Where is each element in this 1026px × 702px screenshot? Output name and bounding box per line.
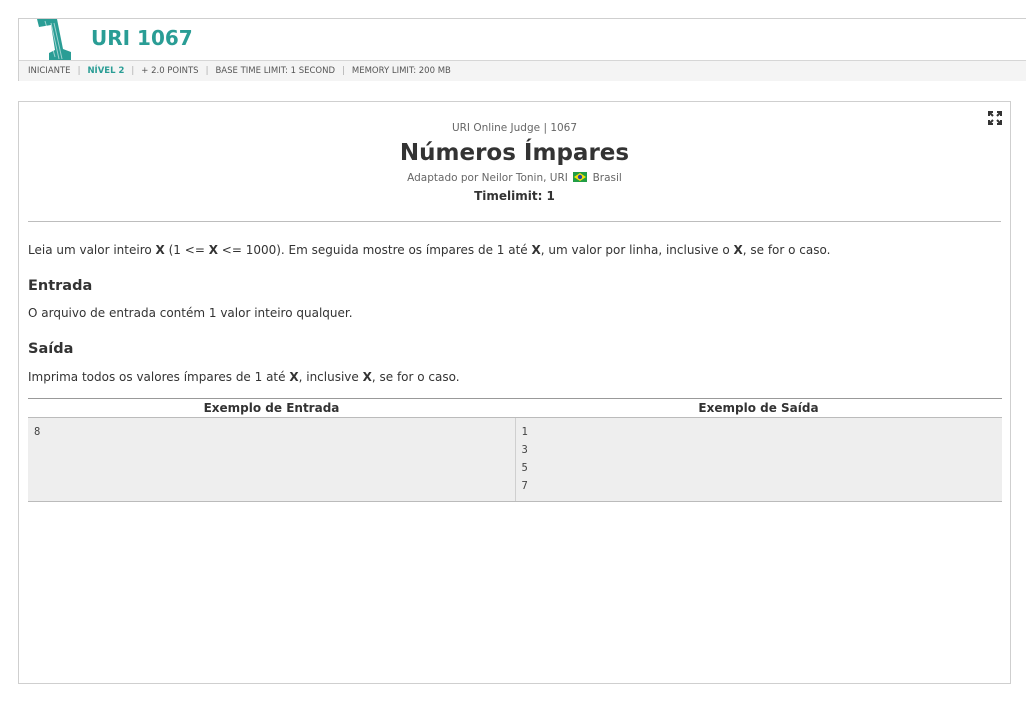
- separator: |: [342, 66, 345, 76]
- problem-content: Leia um valor inteiro X (1 <= X <= 1000)…: [28, 242, 1001, 384]
- text-run: Leia um valor inteiro: [28, 243, 156, 257]
- output-section-text: Imprima todos os valores ímpares de 1 at…: [28, 369, 460, 385]
- problem-code: URI 1067: [91, 26, 193, 50]
- text-run: (1 <=: [164, 243, 209, 257]
- header-top-bar: URI 1067: [19, 19, 1026, 61]
- problem-header: URI 1067 INICIANTE | NÍVEL 2 | + 2.0 POI…: [18, 18, 1026, 81]
- text-run: Imprima todos os valores ímpares de 1 at…: [28, 370, 290, 384]
- base-time-limit-label: BASE TIME LIMIT: 1 SECOND: [215, 66, 335, 76]
- judge-line: URI Online Judge | 1067: [451, 122, 578, 134]
- sample-input-header: Exemplo de Entrada: [28, 398, 515, 418]
- points-label: + 2.0 POINTS: [141, 66, 199, 76]
- sample-input-cell[interactable]: 8: [28, 417, 516, 502]
- sample-output-line: 1: [521, 426, 528, 438]
- separator: |: [77, 66, 81, 76]
- separator: |: [131, 66, 135, 76]
- text-run: <= 1000). Em seguida mostre os ímpares d…: [217, 243, 532, 257]
- text-run: , se for o caso.: [371, 370, 460, 384]
- level-label: NÍVEL 2: [87, 66, 125, 76]
- text-run: , inclusive: [298, 370, 363, 384]
- output-section-title: Saída: [28, 341, 74, 357]
- variable-x-text: X: [362, 370, 372, 384]
- page-title: Números Ímpares: [399, 140, 630, 166]
- problem-meta-bar: INICIANTE | NÍVEL 2 | + 2.0 POINTS | BAS…: [19, 61, 1026, 81]
- uri-logo-icon: [35, 19, 83, 60]
- input-section-text: O arquivo de entrada contém 1 valor inte…: [28, 306, 353, 320]
- sample-input-line: 8: [34, 426, 41, 438]
- variable-x-text: X: [208, 243, 218, 257]
- sample-output-line: 3: [521, 444, 528, 456]
- variable-x-text: X: [531, 243, 541, 257]
- author-text: Adaptado por Neilor Tonin, URI: [407, 172, 568, 184]
- memory-limit-label: MEMORY LIMIT: 200 MB: [351, 66, 451, 76]
- sample-output-line: 5: [521, 462, 528, 474]
- variable-x-text: X: [733, 243, 743, 257]
- variable-x-text: X: [289, 370, 299, 384]
- problem-card: URI Online Judge | 1067 Números Ímpares …: [18, 101, 1011, 684]
- divider: [28, 221, 1001, 222]
- sample-output-cell[interactable]: 1 3 5 7: [515, 417, 1002, 502]
- sample-output-line: 7: [521, 480, 528, 492]
- input-section-title: Entrada: [28, 278, 93, 294]
- text-run: , se for o caso.: [742, 243, 831, 257]
- brazil-flag-icon: [573, 172, 588, 182]
- sample-io-table: Exemplo de Entrada Exemplo de Saída 8 1 3…: [28, 398, 1002, 502]
- author-line: Adaptado por Neilor Tonin, URI Brasil: [19, 172, 1010, 184]
- text-run: , um valor por linha, inclusive o: [540, 243, 734, 257]
- country-text: Brasil: [592, 172, 622, 184]
- problem-description: Leia um valor inteiro X (1 <= X <= 1000)…: [28, 242, 1001, 258]
- category-label[interactable]: INICIANTE: [28, 66, 71, 76]
- sample-output-header: Exemplo de Saída: [515, 398, 1002, 418]
- variable-x-text: X: [155, 243, 165, 257]
- timelimit-label: Timelimit: 1: [474, 189, 555, 203]
- separator: |: [205, 66, 209, 76]
